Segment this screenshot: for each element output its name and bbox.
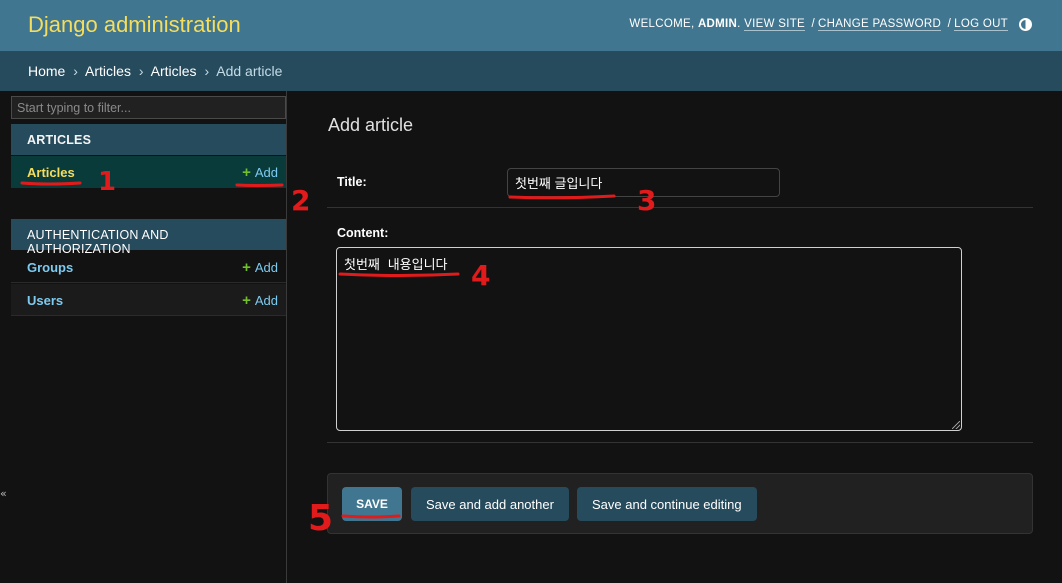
separator: / <box>811 18 815 30</box>
welcome-period: . <box>737 18 741 30</box>
breadcrumb-separator: › <box>73 63 78 79</box>
model-link-groups[interactable]: Groups <box>27 260 73 275</box>
plus-icon: + <box>242 164 251 181</box>
content-label: Content: <box>337 226 389 240</box>
welcome-text: WELCOME, <box>629 18 698 30</box>
theme-toggle-icon[interactable] <box>1019 18 1032 31</box>
plus-icon: + <box>242 292 251 309</box>
breadcrumb-current: Add article <box>216 63 283 79</box>
separator: / <box>947 18 952 30</box>
site-brand[interactable]: Django administration <box>28 12 241 38</box>
toggle-nav-sidebar-icon[interactable]: « <box>0 487 8 501</box>
add-label: Add <box>254 165 278 180</box>
nav-filter-input[interactable] <box>11 96 286 119</box>
title-input[interactable] <box>507 168 780 197</box>
page-title: Add article <box>328 115 414 135</box>
breadcrumb-model[interactable]: Articles <box>151 63 197 79</box>
save-button[interactable]: SAVE <box>342 487 402 521</box>
sidebar-item-users: Users + Add <box>11 284 286 316</box>
submit-row: SAVE Save and add another Save and conti… <box>327 473 1033 534</box>
save-and-continue-button[interactable]: Save and continue editing <box>577 487 757 521</box>
add-groups-link[interactable]: + Add <box>242 259 278 276</box>
page: Django administration WELCOME, ADMIN. VI… <box>0 0 1062 583</box>
model-link-users[interactable]: Users <box>27 293 63 308</box>
resize-handle-icon[interactable] <box>952 421 960 429</box>
add-articles-link[interactable]: + Add <box>242 164 278 181</box>
user-tools: WELCOME, ADMIN. VIEW SITE / CHANGE PASSWO… <box>629 18 1008 31</box>
annotation-number-2: 2 <box>291 184 310 217</box>
nav-sidebar: ARTICLES Articles +Add AUTHENTICATION AN… <box>0 91 287 583</box>
breadcrumb-separator: › <box>204 63 210 79</box>
log-out-link[interactable]: LOG OUT <box>954 18 1008 31</box>
username: ADMIN <box>697 18 738 30</box>
breadcrumb-home[interactable]: Home <box>28 63 65 79</box>
view-site-link[interactable]: VIEW SITE <box>744 18 805 31</box>
module-caption-auth[interactable]: AUTHENTICATION AND AUTHORIZATION <box>11 219 286 256</box>
content-textarea[interactable]: 첫번째 내용입니다 <box>336 247 962 431</box>
sidebar-item-articles: Articles + Add <box>11 156 286 188</box>
model-link-articles[interactable]: Articles <box>27 165 75 180</box>
add-label: Add <box>254 293 278 308</box>
header: Django administration WELCOME, ADMIN. VI… <box>0 0 1062 51</box>
form-row-content: Content: 첫번째 내용입니다 <box>327 208 1033 443</box>
plus-icon: + <box>242 259 251 276</box>
module-caption-articles[interactable]: ARTICLES <box>11 124 286 155</box>
add-label: Add <box>254 260 278 275</box>
change-password-link[interactable]: CHANGE PASSWORD <box>818 18 942 31</box>
sidebar-item-groups: Groups + Add <box>11 251 286 283</box>
save-and-add-another-button[interactable]: Save and add another <box>411 487 569 521</box>
breadcrumb: Home › Articles › Articles › Add article <box>0 51 1062 91</box>
breadcrumb-separator: › <box>138 63 144 79</box>
breadcrumb-app[interactable]: Articles <box>85 63 131 79</box>
title-label: Title: <box>337 175 367 189</box>
form-row-title: Title: <box>327 158 1033 208</box>
add-users-link[interactable]: + Add <box>242 292 278 309</box>
